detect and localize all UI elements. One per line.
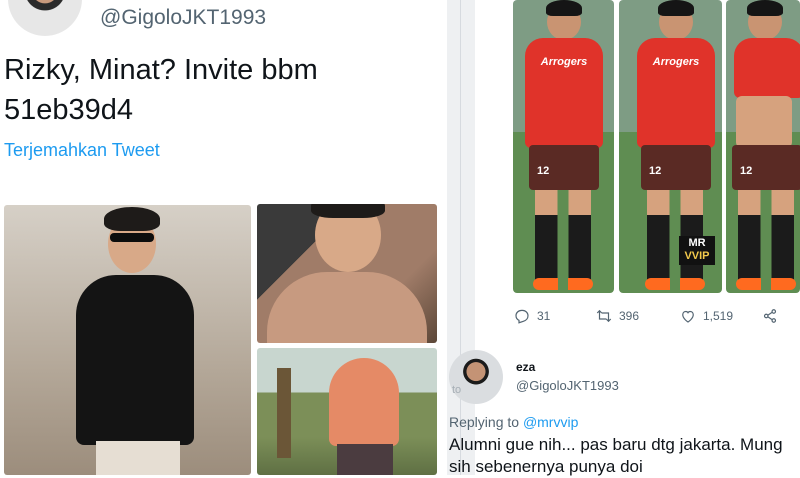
shorts-number: 12: [649, 165, 662, 177]
reply-text-line-1: Alumni gue nih... pas baru dtg jakarta. …: [449, 435, 783, 454]
player-photo-2[interactable]: Arrogers 12 MR VVIP: [619, 0, 722, 293]
shoulders-shape: [267, 272, 427, 343]
tweet-text-line-1: Rizky, Minat? Invite bbm: [4, 54, 318, 86]
share-action[interactable]: [761, 307, 779, 325]
replying-to-mention[interactable]: @mrvvip: [523, 414, 578, 430]
tweet-text: Rizky, Minat? Invite bbm 51eb39d4: [4, 50, 434, 130]
replying-to-line: Replying to @mrvvip: [449, 414, 578, 430]
socks-shape: [738, 215, 794, 280]
reply-icon: [515, 309, 529, 324]
watermark-line-1: MR: [688, 237, 706, 249]
reply-count: 31: [537, 309, 551, 323]
like-action[interactable]: 1,519: [679, 307, 733, 325]
avatar[interactable]: [8, 0, 82, 36]
replying-prefix: Replying to: [449, 414, 520, 430]
torso-shape: [736, 96, 792, 148]
shorts-shape: 12: [529, 145, 599, 190]
like-count: 1,519: [703, 309, 734, 323]
ghost-photo-label: to: [452, 384, 462, 396]
left-tweet-panel: @GigoloJKT1993 Rizky, Minat? Invite bbm …: [0, 0, 447, 475]
reply-action[interactable]: 31: [513, 307, 550, 325]
boots-shape: [645, 278, 705, 290]
retweet-icon: [596, 309, 612, 323]
reply-author-handle[interactable]: @GigoloJKT1993: [516, 378, 619, 393]
jersey-shape: [525, 38, 603, 148]
player-photo-3[interactable]: 12: [726, 0, 800, 293]
jersey-label: Arrogers: [652, 56, 700, 68]
player-photo-1[interactable]: Arrogers 12: [513, 0, 614, 293]
tweet-photo-3[interactable]: [257, 348, 437, 475]
panel-divider: [447, 0, 475, 475]
hair-shape: [658, 0, 694, 16]
shorts-number: 12: [740, 165, 753, 177]
tree-trunk-shape: [277, 368, 291, 458]
tweet-photo-2[interactable]: [257, 204, 437, 343]
tweet-action-bar: 31 396 1,519: [513, 307, 800, 329]
black-sweater-shape: [76, 275, 194, 445]
translate-tweet-link[interactable]: Terjemahkan Tweet: [4, 140, 160, 161]
reply-author-name[interactable]: eza: [516, 360, 535, 374]
hair-shape: [546, 0, 582, 16]
shorts-shape: 12: [641, 145, 711, 190]
right-tweet-panel: Arrogers 12 Arrogers 12 MR VVIP 12 31 39…: [475, 0, 800, 475]
boots-shape: [736, 278, 796, 290]
trousers-shape: [337, 444, 393, 475]
hair-shape: [104, 207, 160, 231]
socks-shape: [535, 215, 591, 280]
hair-shape: [747, 0, 783, 16]
shorts-shape: 12: [732, 145, 800, 190]
shorts-number: 12: [537, 165, 550, 177]
tweet-text-line-2: 51eb39d4: [4, 94, 134, 126]
retweet-count: 396: [619, 309, 640, 323]
retweet-action[interactable]: 396: [595, 307, 639, 325]
jersey-label: Arrogers: [540, 56, 588, 68]
share-icon: [763, 309, 777, 323]
sunglasses-shape: [110, 233, 154, 242]
trousers-shape: [96, 441, 180, 475]
hair-shape: [311, 204, 385, 218]
heart-icon: [682, 310, 694, 323]
watermark-line-2: VVIP: [684, 250, 710, 262]
tweet-photo-1[interactable]: [4, 205, 251, 475]
reply-text: Alumni gue nih... pas baru dtg jakarta. …: [449, 434, 800, 478]
jersey-shape: [637, 38, 715, 148]
boots-shape: [533, 278, 593, 290]
orange-shirt-shape: [329, 358, 399, 446]
jersey-shape: [734, 38, 800, 98]
author-handle[interactable]: @GigoloJKT1993: [100, 6, 266, 30]
mrvvip-watermark-logo: MR VVIP: [679, 236, 715, 265]
